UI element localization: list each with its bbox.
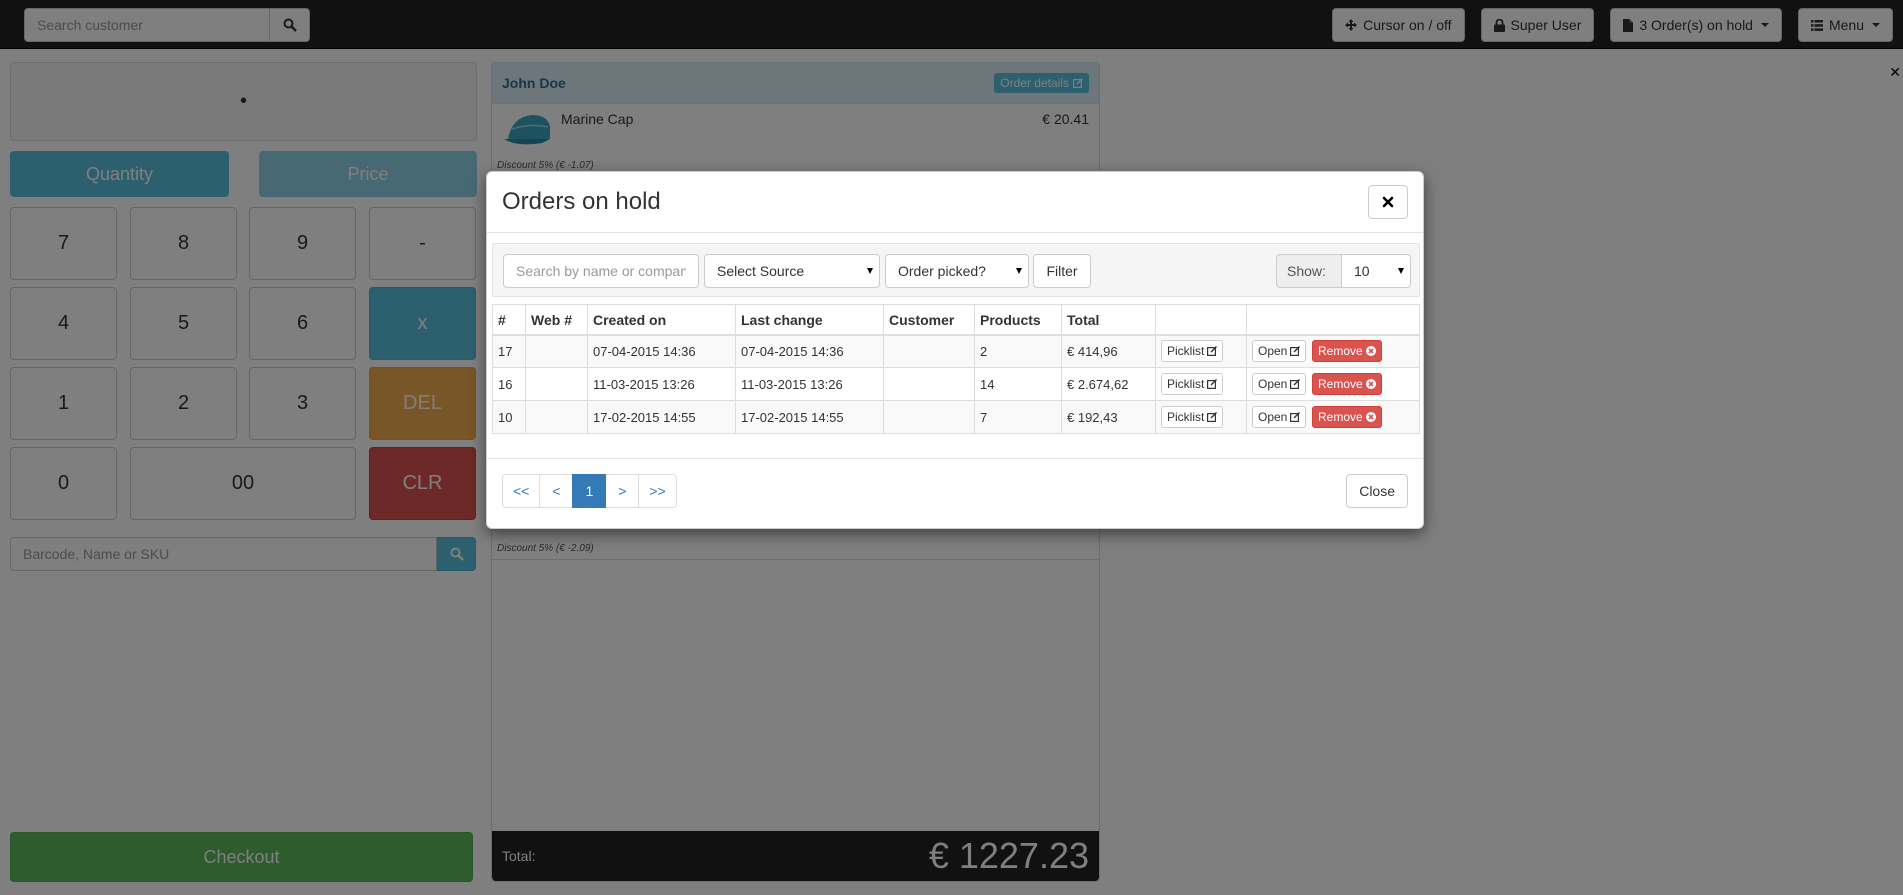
table-row: 10 17-02-2015 14:55 17-02-2015 14:55 7 €… [492,400,1420,434]
cell-id: 10 [492,400,526,434]
order-picked-select[interactable]: Order picked? [885,254,1029,288]
cell-picklist: Picklist [1155,334,1247,368]
remove-label: Remove [1317,410,1363,424]
chevron-down-icon [1016,268,1022,274]
remove-button[interactable]: Remove [1311,406,1382,428]
open-button[interactable]: Open [1252,406,1307,428]
page-first-button[interactable]: << [502,474,541,508]
column-header: Customer [883,304,975,336]
cell-changed: 17-02-2015 14:55 [735,400,884,434]
cell-web [525,367,588,401]
source-select[interactable]: Select Source [704,254,880,288]
filter-bar: Select Source Order picked? Filter Show:… [492,243,1420,297]
open-label: Open [1258,377,1288,391]
table-header-row: # Web # Created on Last change Customer … [492,304,1420,336]
remove-button[interactable]: Remove [1311,340,1382,363]
cell-id: 17 [492,334,526,368]
cell-created: 11-03-2015 13:26 [587,367,736,401]
edit-icon [1207,346,1218,357]
column-header: Last change [735,304,884,336]
page-size-select[interactable]: 10 [1341,254,1411,288]
page-prev-button[interactable]: < [539,474,574,508]
cell-customer [883,367,975,401]
cell-actions: Open Remove [1246,334,1420,368]
cell-total: € 414,96 [1061,334,1156,368]
chevron-down-icon [867,268,873,274]
cell-actions: Open Remove [1246,400,1420,434]
page-number-button[interactable]: 1 [572,474,607,508]
picklist-label: Picklist [1167,344,1205,359]
cell-customer [883,400,975,434]
cell-web [525,400,588,434]
cell-created: 17-02-2015 14:55 [587,400,736,434]
edit-icon [1207,412,1218,422]
edit-icon [1290,346,1301,357]
close-icon [1382,196,1394,208]
column-header [1246,304,1420,336]
page-last-button[interactable]: >> [638,474,677,508]
cell-created: 07-04-2015 14:36 [587,334,736,368]
cell-products: 14 [974,367,1062,401]
order-search-input[interactable] [516,263,686,279]
picklist-label: Picklist [1167,410,1205,424]
open-button[interactable]: Open [1252,340,1307,363]
open-label: Open [1258,410,1288,424]
remove-icon [1365,379,1376,389]
cell-id: 16 [492,367,526,401]
column-header: Products [974,304,1062,336]
remove-label: Remove [1317,344,1363,359]
modal-close-button[interactable] [1368,185,1408,219]
picklist-button[interactable]: Picklist [1161,340,1224,363]
footer-close-button[interactable]: Close [1346,474,1408,508]
remove-icon [1365,412,1376,422]
chevron-down-icon [1398,268,1404,274]
cell-web [525,334,588,368]
order-picked-value: Order picked? [898,263,986,279]
cell-customer [883,334,975,368]
column-header [1155,304,1247,336]
cell-changed: 11-03-2015 13:26 [735,367,884,401]
filter-button[interactable]: Filter [1033,254,1091,288]
column-header: Total [1061,304,1156,336]
cell-changed: 07-04-2015 14:36 [735,334,884,368]
edit-icon [1207,379,1218,389]
show-label: Show: [1276,254,1342,288]
edit-icon [1290,379,1301,389]
cell-total: € 192,43 [1061,400,1156,434]
modal-title: Orders on hold [502,188,661,215]
cell-products: 7 [974,400,1062,434]
table-row: 17 07-04-2015 14:36 07-04-2015 14:36 2 €… [492,334,1420,368]
picklist-label: Picklist [1167,377,1205,391]
order-search-field[interactable] [503,254,699,288]
source-select-value: Select Source [717,263,805,279]
remove-icon [1365,346,1376,357]
orders-on-hold-modal: Orders on hold Select Source Order picke… [486,171,1424,529]
column-header: Web # [525,304,588,336]
picklist-button[interactable]: Picklist [1161,373,1224,395]
cell-total: € 2.674,62 [1061,367,1156,401]
modal-footer: << < 1 > >> Close [487,458,1423,528]
cell-picklist: Picklist [1155,400,1247,434]
picklist-button[interactable]: Picklist [1161,406,1224,428]
cell-actions: Open Remove [1246,367,1420,401]
open-button[interactable]: Open [1252,373,1307,395]
modal-header: Orders on hold [487,172,1423,233]
orders-table: # Web # Created on Last change Customer … [492,304,1420,434]
cell-products: 2 [974,334,1062,368]
page-size-value: 10 [1354,263,1370,279]
table-row: 16 11-03-2015 13:26 11-03-2015 13:26 14 … [492,367,1420,401]
cell-picklist: Picklist [1155,367,1247,401]
remove-label: Remove [1317,377,1363,391]
page-next-button[interactable]: > [605,474,640,508]
column-header: Created on [587,304,736,336]
pagination: << < 1 > >> [502,474,677,508]
remove-button[interactable]: Remove [1311,373,1382,395]
edit-icon [1290,412,1301,422]
column-header: # [492,304,526,336]
open-label: Open [1258,344,1288,359]
edge-close-icon[interactable]: ✕ [1889,64,1901,81]
